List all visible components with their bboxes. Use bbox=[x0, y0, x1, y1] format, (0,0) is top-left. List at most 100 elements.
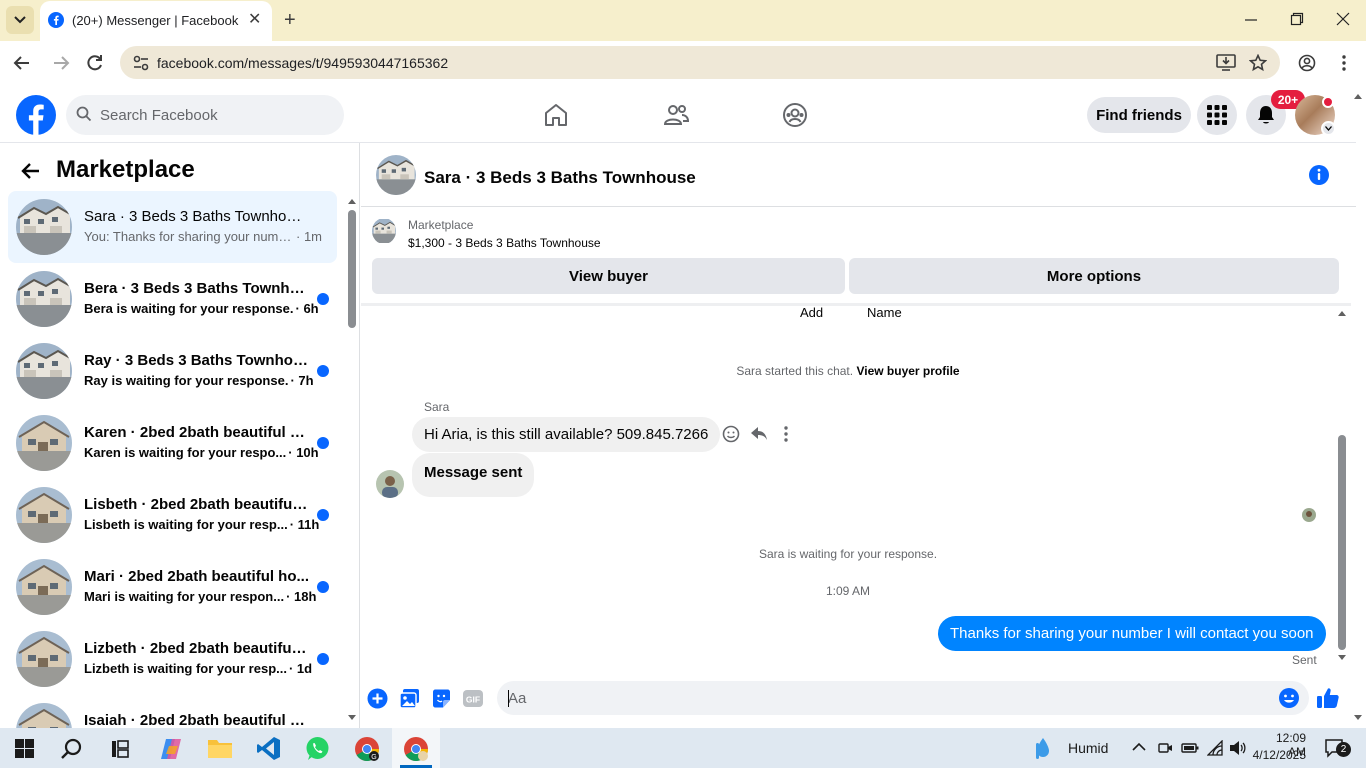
plus-icon[interactable] bbox=[367, 688, 388, 709]
battery-icon[interactable] bbox=[1181, 741, 1199, 755]
scroll-up-arrow-icon[interactable] bbox=[347, 197, 357, 205]
page-scroll-down-icon[interactable] bbox=[1353, 714, 1363, 722]
chat-list-item[interactable]: Karen · 2bed 2bath beautiful h... Karen i… bbox=[8, 407, 337, 479]
waiting-notice: Sara is waiting for your response. bbox=[758, 547, 938, 561]
add-label[interactable]: Add bbox=[800, 305, 823, 320]
message-input[interactable] bbox=[508, 681, 1268, 715]
chat-list-item[interactable]: Lizbeth · 2bed 2bath beautiful ... Lizbet… bbox=[8, 623, 337, 695]
listing-thumbnail[interactable] bbox=[372, 218, 396, 244]
chat-preview: Lisbeth is waiting for your resp... · 11h bbox=[84, 517, 319, 532]
page-scroll-up-icon[interactable] bbox=[1353, 92, 1363, 100]
unread-dot bbox=[317, 437, 329, 449]
chat-name: Isaiah · 2bed 2bath beautiful ho... bbox=[84, 712, 309, 729]
meet-now-icon[interactable] bbox=[1157, 740, 1173, 756]
incoming-message-bubble[interactable]: Hi Aria, is this still available? 509.84… bbox=[412, 417, 721, 452]
chat-thumbnail bbox=[16, 487, 72, 543]
file-explorer-icon[interactable] bbox=[207, 736, 233, 760]
chevron-down-icon bbox=[14, 16, 26, 24]
windows-start-icon[interactable] bbox=[15, 739, 34, 758]
tab-search-button[interactable] bbox=[6, 6, 34, 34]
info-icon[interactable] bbox=[1308, 164, 1330, 186]
network-icon[interactable] bbox=[1207, 740, 1223, 756]
chat-name: Mari · 2bed 2bath beautiful ho... bbox=[84, 568, 309, 585]
listing-title[interactable]: $1,300 - 3 Beds 3 Baths Townhouse bbox=[408, 236, 601, 250]
site-info-icon[interactable] bbox=[132, 54, 150, 72]
account-menu-button[interactable] bbox=[1321, 121, 1336, 136]
chat-thumbnail bbox=[16, 199, 72, 255]
sender-avatar[interactable] bbox=[376, 470, 404, 498]
copilot-icon[interactable] bbox=[158, 736, 184, 762]
minimize-icon[interactable] bbox=[1244, 12, 1258, 26]
chat-list-item[interactable]: Lisbeth · 2bed 2bath beautiful ... Lisbet… bbox=[8, 479, 337, 551]
friends-icon[interactable] bbox=[663, 102, 689, 128]
message-more-icon[interactable] bbox=[780, 425, 792, 443]
browser-menu-icon[interactable] bbox=[1337, 54, 1351, 72]
weather-text[interactable]: Humid bbox=[1068, 740, 1108, 756]
chrome-profile-icon[interactable] bbox=[403, 736, 429, 762]
weather-humid-icon[interactable] bbox=[1034, 737, 1060, 761]
emoji-icon[interactable] bbox=[1278, 687, 1300, 709]
listing-photo-icon bbox=[16, 271, 72, 327]
chat-name: Sara · 3 Beds 3 Baths Townhouse bbox=[84, 208, 309, 225]
browser-profile-icon[interactable] bbox=[1298, 54, 1316, 72]
incoming-message-bubble-2[interactable]: Message sent bbox=[412, 453, 535, 497]
chat-preview: Karen is waiting for your respo... · 10h bbox=[84, 445, 319, 460]
chevron-down-icon bbox=[1325, 126, 1332, 131]
install-app-icon[interactable] bbox=[1216, 54, 1236, 72]
sidebar-title: Marketplace bbox=[56, 156, 195, 183]
volume-icon[interactable] bbox=[1229, 740, 1247, 756]
conversation-avatar[interactable] bbox=[376, 155, 416, 195]
bookmark-star-icon[interactable] bbox=[1249, 54, 1267, 72]
window-close-icon[interactable] bbox=[1336, 12, 1350, 26]
back-arrow-icon[interactable] bbox=[20, 160, 42, 182]
seen-photo-icon bbox=[1302, 508, 1316, 522]
account-alert-dot bbox=[1322, 96, 1334, 108]
scroll-down-arrow-icon[interactable] bbox=[1337, 654, 1347, 662]
photo-icon[interactable] bbox=[399, 688, 420, 709]
chat-time: · 1d bbox=[288, 661, 313, 676]
home-icon[interactable] bbox=[543, 102, 569, 128]
name-label[interactable]: Name bbox=[867, 305, 902, 320]
more-options-button[interactable]: More options bbox=[849, 258, 1339, 294]
listing-source-label: Marketplace bbox=[408, 218, 474, 232]
view-buyer-button[interactable]: View buyer bbox=[372, 258, 845, 294]
chat-time: · 6h bbox=[295, 301, 319, 316]
chat-list-item[interactable]: Bera · 3 Beds 3 Baths Townhou... Bera is … bbox=[8, 263, 337, 335]
scroll-down-arrow-icon[interactable] bbox=[347, 714, 357, 722]
chat-preview-text: Lizbeth is waiting for your resp... bbox=[84, 661, 287, 676]
url-text[interactable]: facebook.com/messages/t/9495930447165362 bbox=[157, 55, 448, 71]
chrome-icon[interactable]: G bbox=[354, 736, 380, 762]
groups-icon[interactable] bbox=[782, 102, 808, 128]
chat-list-item[interactable]: Sara · 3 Beds 3 Baths Townhouse You: Than… bbox=[8, 191, 337, 263]
reload-icon[interactable] bbox=[85, 53, 105, 73]
facebook-logo-icon[interactable] bbox=[16, 95, 56, 135]
vscode-icon[interactable] bbox=[256, 736, 281, 761]
react-smiley-icon[interactable] bbox=[722, 425, 740, 443]
gif-icon[interactable]: GIF bbox=[462, 688, 484, 709]
unread-dot bbox=[317, 293, 329, 305]
sidebar-scroll-thumb[interactable] bbox=[348, 210, 356, 328]
new-tab-icon[interactable]: + bbox=[284, 10, 296, 30]
outgoing-message-bubble[interactable]: Thanks for sharing your number I will co… bbox=[938, 616, 1326, 651]
scroll-up-arrow-icon[interactable] bbox=[1337, 309, 1347, 317]
menu-button[interactable] bbox=[1197, 95, 1237, 135]
view-buyer-profile-link[interactable]: View buyer profile bbox=[856, 364, 959, 378]
tab-close-icon[interactable]: ✕ bbox=[248, 12, 261, 28]
search-icon[interactable] bbox=[60, 737, 84, 761]
sticker-icon[interactable] bbox=[431, 688, 452, 709]
forward-icon[interactable] bbox=[51, 53, 71, 73]
reply-icon[interactable] bbox=[750, 425, 768, 443]
whatsapp-icon[interactable] bbox=[305, 736, 330, 761]
find-friends-button[interactable]: Find friends bbox=[1087, 97, 1191, 133]
chevron-up-icon[interactable] bbox=[1132, 742, 1146, 752]
restore-icon[interactable] bbox=[1290, 12, 1304, 26]
like-icon[interactable] bbox=[1316, 686, 1340, 710]
back-icon[interactable] bbox=[12, 53, 32, 73]
task-view-icon[interactable] bbox=[110, 739, 130, 759]
search-input[interactable] bbox=[100, 95, 330, 135]
chat-preview: Lizbeth is waiting for your resp... · 1d bbox=[84, 661, 312, 676]
svg-text:G: G bbox=[371, 754, 376, 761]
conversation-title[interactable]: Sara · 3 Beds 3 Baths Townhouse bbox=[424, 168, 696, 188]
conversation-scroll-thumb[interactable] bbox=[1338, 435, 1346, 650]
clock-date[interactable]: 4/12/2025 bbox=[1246, 748, 1306, 762]
